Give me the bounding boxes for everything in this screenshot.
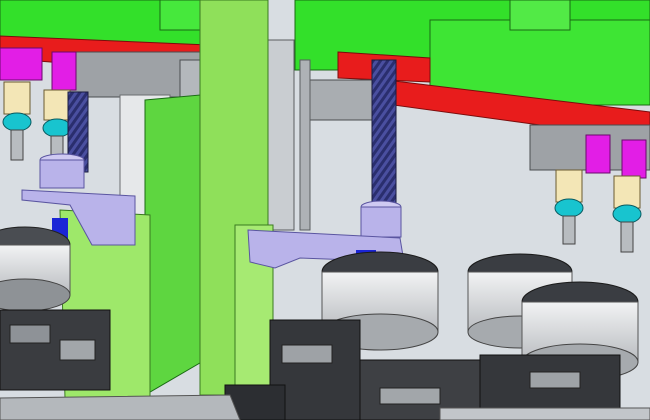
cad-assembly-render: [0, 0, 650, 420]
cad-viewport: [0, 0, 650, 420]
